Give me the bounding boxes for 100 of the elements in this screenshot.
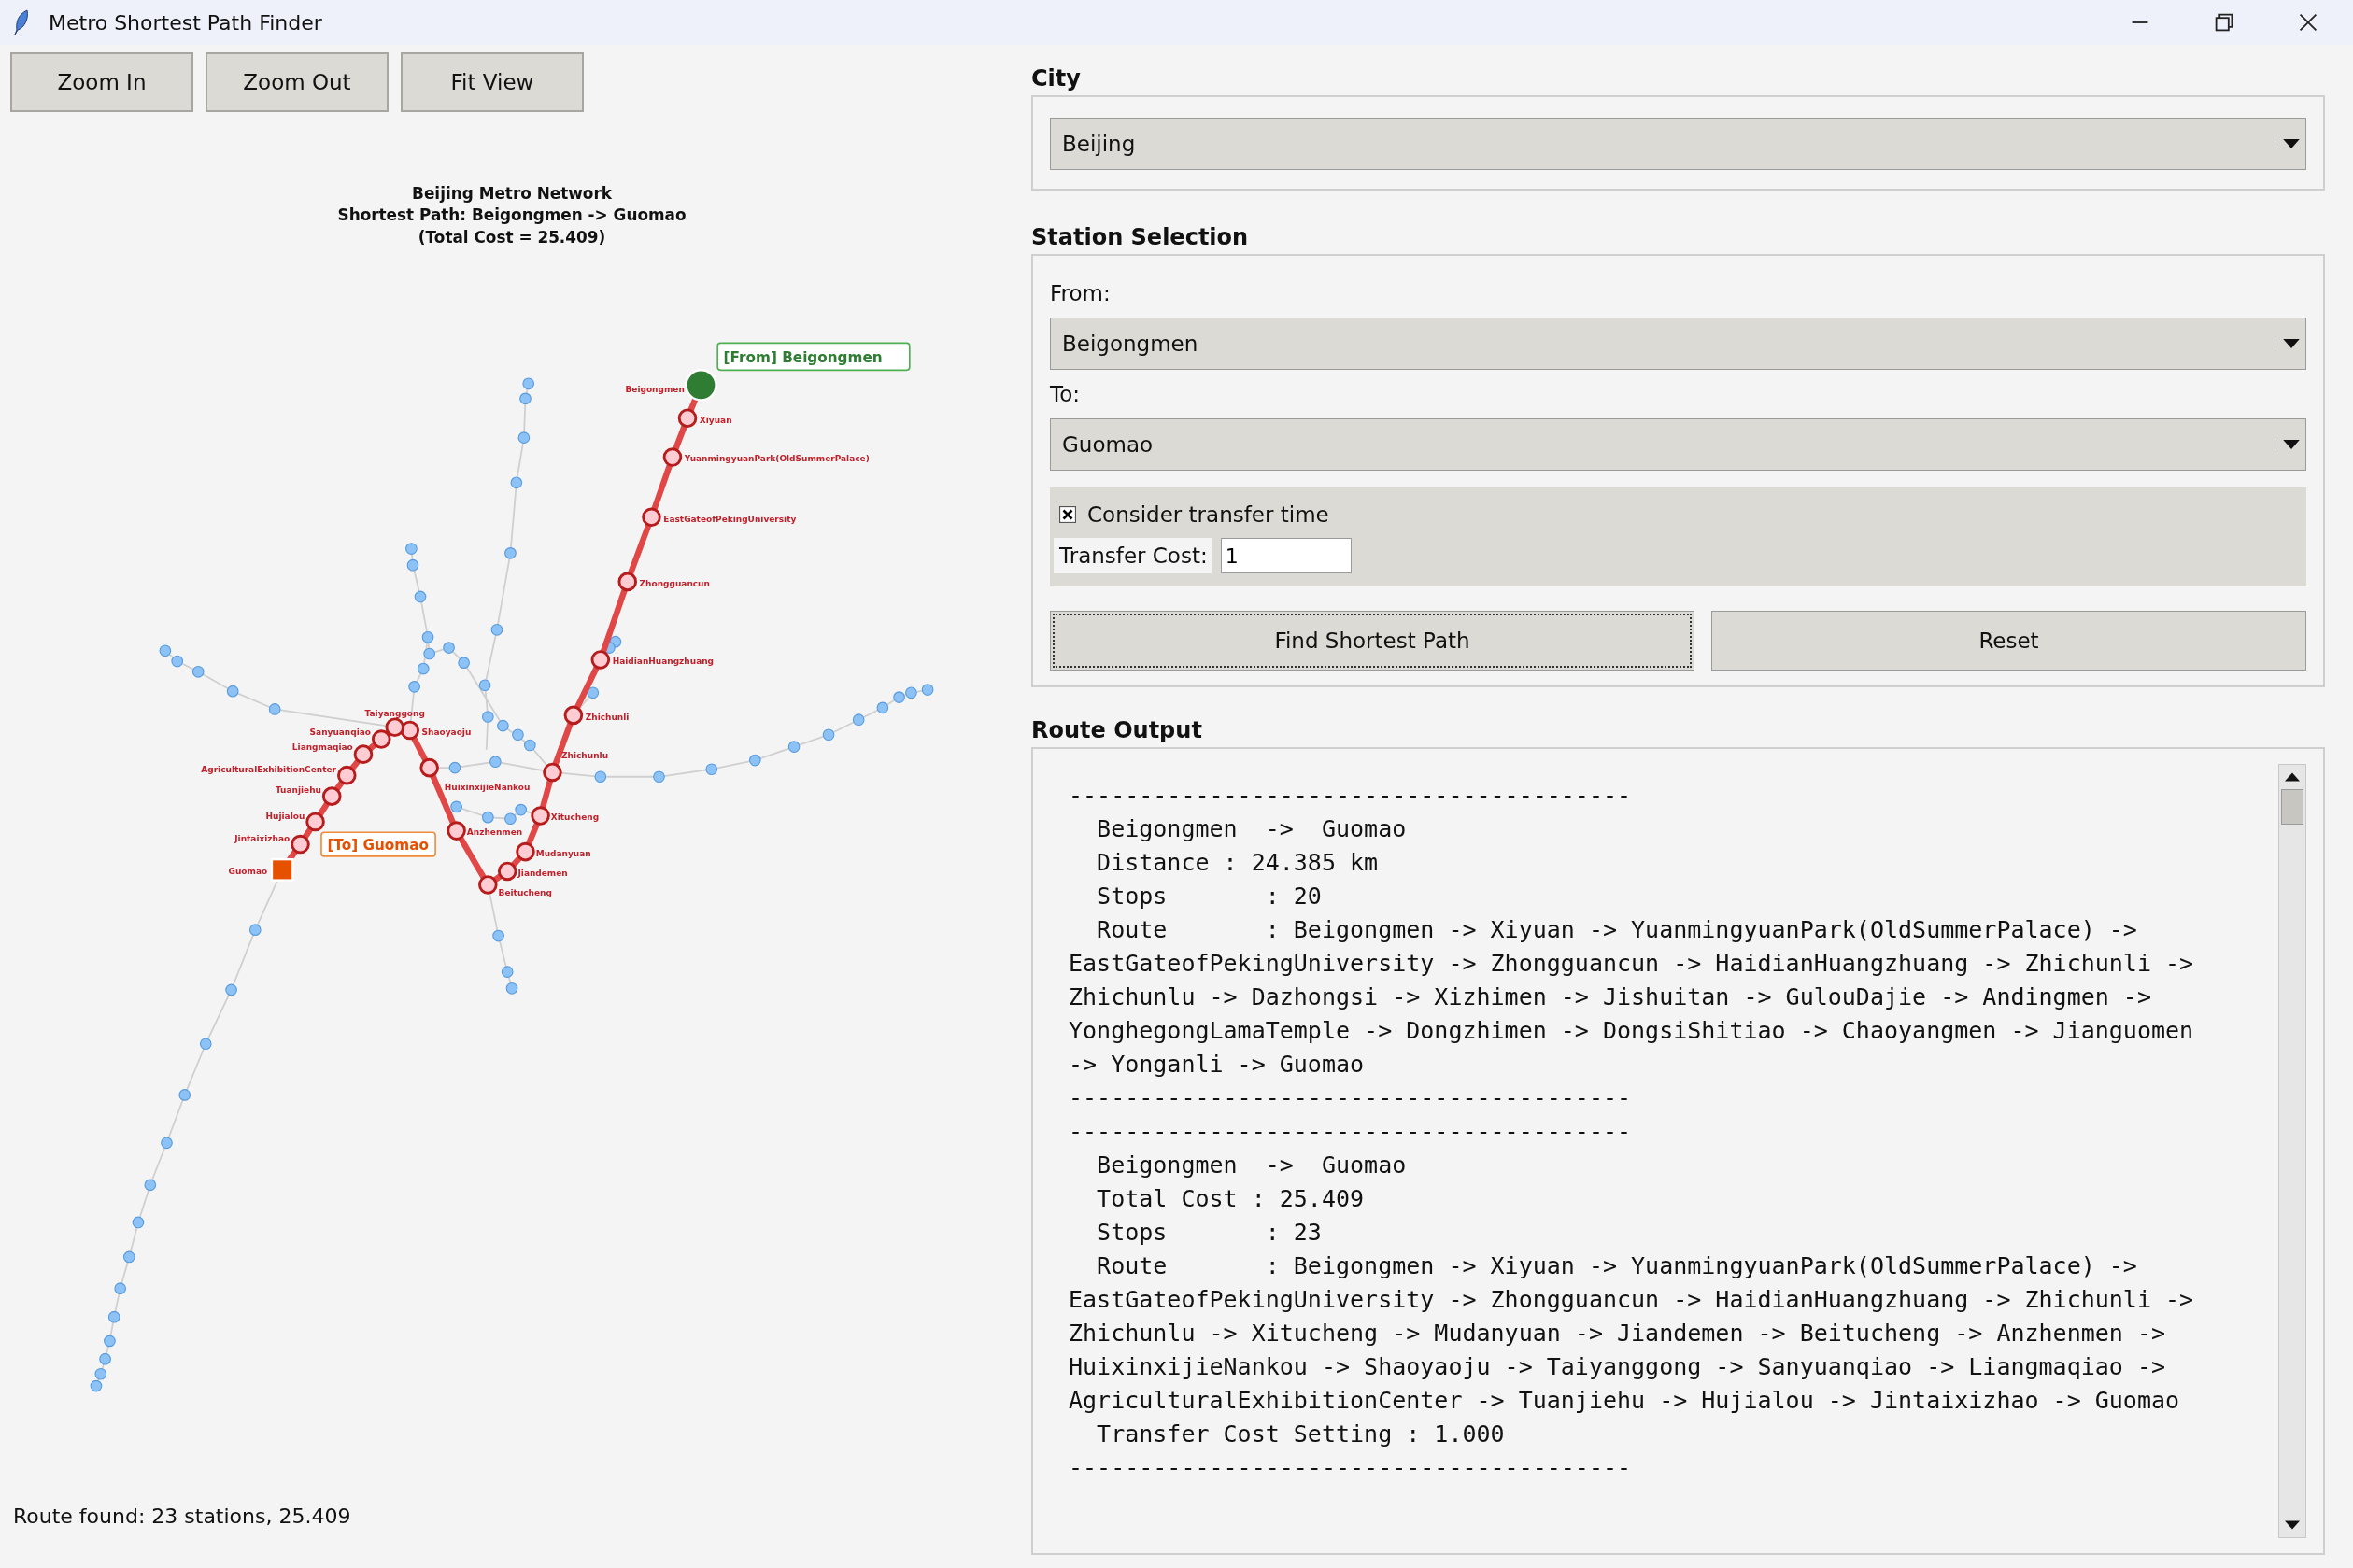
- scroll-up-icon[interactable]: [2285, 772, 2300, 782]
- station-label: Jintaixizhao: [234, 833, 291, 843]
- toolbar-button[interactable]: Zoom In: [10, 52, 193, 112]
- dropdown-icon[interactable]: [2275, 139, 2300, 148]
- station-label: Zhongguancun: [639, 578, 710, 588]
- station-node: [531, 806, 550, 826]
- dropdown-icon[interactable]: [2275, 440, 2300, 449]
- station-dot: [519, 392, 532, 405]
- station-dot: [787, 741, 801, 753]
- station-label: HuixinxijieNankou: [444, 783, 531, 793]
- station-dot: [405, 543, 418, 555]
- station-node: [371, 729, 391, 749]
- station-label: Sanyuanqiao: [309, 727, 371, 737]
- output-line: Distance : 24.385 km: [1096, 848, 1380, 878]
- station-node: [590, 650, 611, 670]
- station-dot: [510, 476, 523, 489]
- station-dot: [448, 761, 461, 774]
- station-node: [677, 408, 698, 429]
- station-label: Shaoyaoju: [421, 727, 472, 737]
- station-dot: [178, 1089, 191, 1101]
- to-dropdown[interactable]: Guomao: [1050, 418, 2306, 471]
- output-line: Zhichunlu -> Dazhongsi -> Xizhimen -> Jishuitan -> GulouDajie -> Andingmen ->: [1069, 982, 2152, 1012]
- station-label: Anzhenmen: [466, 827, 523, 838]
- station-node: [516, 841, 535, 862]
- station-node: [497, 861, 517, 882]
- output-line: Stops : 23: [1096, 1218, 1323, 1248]
- station-dot: [504, 547, 517, 559]
- station-dot: [225, 983, 237, 996]
- output-line: HuixinxijieNankou -> Shaoyaoju -> Taiyanggong -> Sanyuanqiao -> Liangmaqiao ->: [1069, 1352, 2166, 1382]
- output-line: Route : Beigongmen -> Xiyuan -> YuanmingyuanPark(OldSummerPalace) ->: [1096, 1251, 2138, 1281]
- station-dot: [705, 763, 718, 776]
- transfer-cost-field[interactable]: 1: [1220, 538, 1352, 573]
- end-station-marker: [270, 857, 294, 882]
- station-label: Xiyuan: [699, 415, 732, 425]
- close-icon[interactable]: [2297, 11, 2319, 34]
- field-label: Transfer Cost:: [1054, 538, 1212, 573]
- scrollbar[interactable]: [2278, 764, 2306, 1538]
- station-label: Taiyanggong: [364, 709, 425, 719]
- section-label: Route Output: [1031, 716, 1203, 745]
- output-line: ----------------------------------------: [1069, 1453, 1633, 1483]
- station-dot: [478, 679, 491, 692]
- toolbar-button[interactable]: Zoom Out: [206, 52, 389, 112]
- station-label: Mudanyuan: [535, 848, 591, 858]
- station-dot: [450, 800, 462, 813]
- output-line: Transfer Cost Setting : 1.000: [1096, 1420, 1506, 1449]
- station-dot: [489, 756, 502, 769]
- station-dot: [505, 982, 518, 995]
- station-label: Beigongmen: [625, 385, 685, 395]
- output-line: Stops : 20: [1096, 882, 1323, 911]
- city-dropdown[interactable]: Beijing: [1050, 118, 2306, 170]
- output-line: Route : Beigongmen -> Xiyuan -> YuanmingyuanPark(OldSummerPalace) ->: [1096, 915, 2138, 945]
- station-label: Xitucheng: [550, 812, 600, 823]
- station-node: [337, 765, 357, 785]
- dropdown-icon[interactable]: [2275, 339, 2300, 348]
- scroll-down-icon[interactable]: [2285, 1520, 2300, 1530]
- station-dot: [482, 811, 494, 824]
- station-node: [662, 447, 683, 467]
- station-node: [321, 786, 342, 806]
- output-line: -> Yonganli -> Guomao: [1069, 1050, 1366, 1080]
- action-button[interactable]: Reset: [1711, 611, 2306, 671]
- station-node: [543, 762, 562, 783]
- station-dot: [921, 684, 934, 696]
- station-dot: [268, 703, 281, 715]
- action-button[interactable]: Find Shortest Path: [1050, 611, 1694, 671]
- output-line: Total Cost : 25.409: [1096, 1184, 1366, 1214]
- field-label: To:: [1050, 381, 1081, 408]
- station-dot: [199, 1038, 212, 1051]
- station-dot: [876, 701, 889, 714]
- from-dropdown[interactable]: Beigongmen: [1050, 318, 2306, 370]
- station-node: [447, 821, 466, 841]
- station-dot: [90, 1379, 103, 1392]
- station-dot: [94, 1367, 107, 1380]
- toolbar-button[interactable]: Fit View: [401, 52, 584, 112]
- station-dot: [515, 803, 527, 816]
- station-dot: [191, 665, 205, 678]
- window-title: Metro Shortest Path Finder: [49, 10, 322, 35]
- checkbox[interactable]: [1059, 506, 1076, 523]
- station-dot: [512, 728, 524, 742]
- station-node: [385, 717, 404, 737]
- output-line: Beigongmen -> Guomao: [1096, 1151, 1408, 1180]
- station-label: Guomao: [228, 867, 268, 877]
- station-dot: [421, 631, 434, 643]
- restore-icon[interactable]: [2213, 11, 2235, 34]
- output-line: Zhichunlu -> Xitucheng -> Mudanyuan -> Jiandemen -> Beitucheng -> Anzhenmen ->: [1069, 1319, 2166, 1349]
- station-label: YuanmingyuanPark(OldSummerPalace): [684, 454, 870, 464]
- station-dot: [504, 812, 517, 826]
- station-dot: [822, 728, 835, 742]
- start-station-marker: [685, 369, 717, 402]
- station-dot: [482, 711, 494, 723]
- station-node: [291, 834, 310, 855]
- output-line: ----------------------------------------: [1069, 1083, 1633, 1113]
- station-dot: [852, 713, 865, 727]
- station-dot: [99, 1352, 111, 1365]
- station-dot: [132, 1216, 145, 1229]
- station-node: [563, 705, 584, 726]
- station-dot: [749, 754, 761, 767]
- station-label: EastGateofPekingUniversity: [663, 514, 797, 524]
- station-dot: [144, 1179, 157, 1192]
- station-dot: [171, 655, 184, 668]
- scroll-thumb[interactable]: [2281, 789, 2303, 825]
